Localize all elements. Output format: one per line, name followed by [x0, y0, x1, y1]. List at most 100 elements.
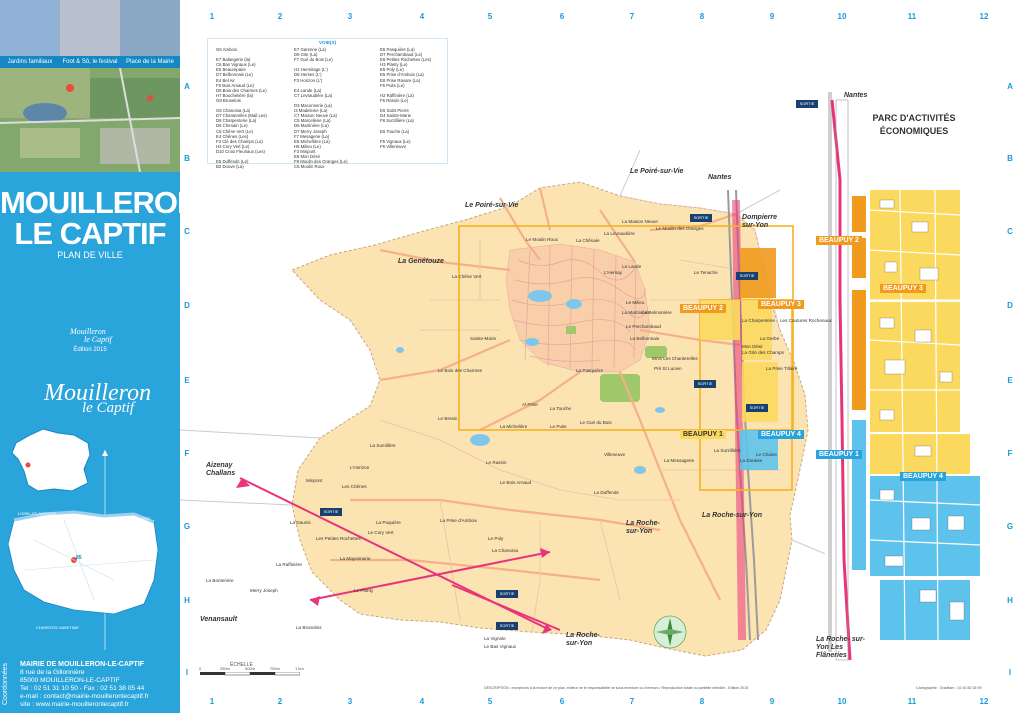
small-logo-line2: le Captif	[84, 335, 112, 344]
place-label: La Lande	[622, 264, 642, 269]
place-label: Pré St Lucien	[654, 366, 682, 371]
exit-sign: SORTIE	[496, 622, 518, 630]
town-nantes-top: Nantes	[708, 174, 732, 181]
grid-col: 9	[769, 12, 775, 21]
contact-site[interactable]: site : www.mairie-mouilleronlecaptif.fr	[20, 701, 129, 708]
scale-tick: 500m	[245, 666, 256, 671]
place-label: Le Cory Vert	[368, 530, 394, 535]
zone-beaupuy-3[interactable]: BEAUPUY 3	[880, 284, 926, 293]
place-label: Al Prise	[522, 402, 538, 407]
index-column: E7 Garenne (La) D8 Gite (La) F7 Gué du B…	[294, 47, 348, 169]
grid-row: F	[184, 449, 190, 458]
grid-row: C	[1007, 227, 1013, 236]
photo-caption: Foot & Sô, le festival	[60, 56, 120, 68]
town-roche-e: La Roche-sur-Yon	[702, 512, 763, 519]
vendee-label: LOIRE-ATLANTIQUE	[18, 511, 57, 516]
grid-col: 12	[979, 12, 989, 21]
place-label: La Messagerie	[664, 458, 695, 463]
cartographie-credit: Cartographie : Gravitam - 02 40 82 36 99	[916, 686, 982, 690]
place-label: La Charpenterie	[742, 318, 775, 323]
place-label: La Gerbe	[760, 336, 780, 341]
place-label: Le Moulin Roux	[526, 237, 558, 242]
grid-col: 10	[837, 697, 847, 706]
place-label: La Mayonnerie	[340, 556, 371, 561]
zone-beaupuy-4[interactable]: BEAUPUY 4	[900, 472, 946, 481]
town-roche-main: La Roche- sur-Yon	[626, 520, 660, 535]
photo-caption: Jardins familiaux	[0, 56, 60, 68]
place-label: La Chanonia	[492, 548, 519, 553]
france-map	[11, 428, 91, 492]
grid-col: 2	[277, 12, 283, 21]
place-label: La Touche	[550, 406, 572, 411]
grid-col: 4	[419, 697, 425, 706]
contact-address1: 8 rue de la Gillonnière	[20, 669, 85, 676]
exit-sign: SORTIE	[796, 100, 818, 108]
grid-col: 1	[209, 12, 215, 21]
place-label: La Doraise	[740, 458, 763, 463]
aerial-photo	[0, 68, 180, 172]
vendee-label: MAINE-ET-LOIRE	[118, 516, 151, 521]
grid-col: 7	[629, 697, 635, 706]
scale-bar	[200, 672, 300, 676]
grid-col: 7	[629, 12, 635, 21]
exit-sign: SORTIE	[694, 380, 716, 388]
index-item: F6 Villeneuve	[380, 143, 406, 149]
grid-row: F	[1007, 449, 1013, 458]
place-label: Les Chênes	[342, 484, 367, 489]
zone-beaupuy-2-map[interactable]: BEAUPUY 2	[680, 304, 726, 313]
grid-row: C	[184, 227, 190, 236]
town-roche-flaneries: La Roche- sur-Yon Les Flâneries	[816, 636, 866, 659]
place-label: Sainte-Marie	[470, 336, 497, 341]
place-label: Le Perchambaud	[626, 324, 661, 329]
grid-row: H	[184, 596, 190, 605]
exit-sign: SORTIE	[690, 214, 712, 222]
place-label: Merry Joseph	[250, 588, 278, 593]
photo-mairie	[120, 0, 180, 56]
zone-beaupuy-3-map[interactable]: BEAUPUY 3	[758, 300, 804, 309]
place-label: Les Petites Rochettes	[316, 536, 361, 541]
town-poire: Le Poiré-sur-Vie	[465, 202, 519, 209]
place-label: Le Chaine	[756, 452, 777, 457]
zone-beaupuy-1-map[interactable]: BEAUPUY 1	[680, 430, 726, 439]
place-label: L'Horizon	[350, 465, 370, 470]
place-label: Le Tenache	[694, 270, 718, 275]
grid-col: 3	[347, 12, 353, 21]
town-genetouze: La Genétouze	[398, 258, 444, 265]
grid-row: B	[184, 154, 190, 163]
grid-row: E	[184, 376, 190, 385]
place-label: Villeneuve	[604, 452, 626, 457]
place-label: Le Puits	[550, 424, 567, 429]
zone-beaupuy-4-map[interactable]: BEAUPUY 4	[758, 430, 804, 439]
copyright: DESCRIPTION : exceptions à la lecture de…	[484, 686, 749, 690]
grid-col: 11	[907, 697, 917, 706]
place-label: La Gité des Champs	[742, 350, 784, 355]
zone-beaupuy-2[interactable]: BEAUPUY 2	[816, 236, 862, 245]
grid-col: 6	[559, 697, 565, 706]
contact-phone: Tel : 02 51 31 10 50 - Fax : 02 51 38 05…	[20, 685, 145, 692]
photo-caption: Place de la Mairie	[120, 56, 180, 68]
logo-sub: le Captif	[82, 400, 135, 416]
place-label: MAS Les Chanterelles	[652, 356, 698, 361]
place-label: La Chênaie	[576, 238, 600, 243]
zone-beaupuy-1[interactable]: BEAUPUY 1	[816, 450, 862, 459]
grid-col: 5	[487, 12, 493, 21]
photo-festival	[60, 0, 120, 56]
grid-row: A	[184, 82, 190, 91]
index-item: D10 Croix Fleuriaux (Les)	[216, 148, 265, 154]
grid-col: 2	[277, 697, 283, 706]
town-dompierre: Dompierre sur-Yon	[742, 214, 778, 229]
exit-sign: SORTIE	[496, 590, 518, 598]
place-label: La Michelière	[500, 424, 528, 429]
contact-email[interactable]: e-mail : contact@mairie-mouilleronlecapt…	[20, 693, 149, 700]
place-label: La Sumillère	[370, 443, 396, 448]
title-line2: LE CAPTIF	[14, 216, 166, 251]
place-label: La Prise d'Amboix	[440, 518, 477, 523]
scale-tick: 0	[199, 666, 202, 671]
place-label: Le Planty	[354, 588, 374, 593]
place-label: Le Bresin	[438, 416, 458, 421]
parc-title: PARC D'ACTIVITÉS ÉCONOMIQUES	[872, 113, 956, 136]
place-label: Le Moulin des Oranges	[656, 226, 704, 231]
sidebar: Jardins familiaux Foot & Sô, le festival…	[0, 0, 180, 713]
edition: Édition 2015	[73, 347, 107, 353]
grid-col: 3	[347, 697, 353, 706]
